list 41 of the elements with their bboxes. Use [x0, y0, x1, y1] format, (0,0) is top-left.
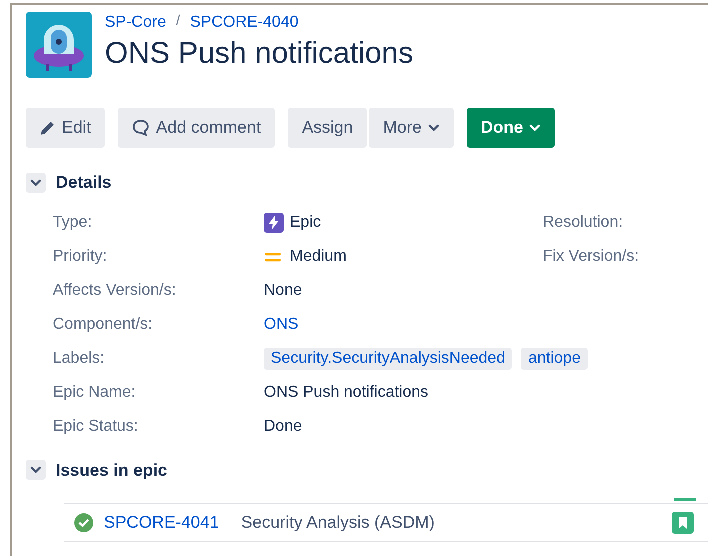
issue-summary: Security Analysis (ASDM) [241, 512, 436, 534]
issue-key-link[interactable]: SPCORE-4041 [104, 510, 220, 536]
section-heading: Issues in epic [56, 460, 168, 482]
field-label: Epic Status: [53, 416, 140, 436]
details-toggle[interactable] [26, 172, 46, 193]
breadcrumb-separator: / [176, 11, 180, 29]
field-value: ONS Push notifications [264, 382, 429, 402]
bookmark-icon [672, 512, 694, 534]
chevron-down-icon [428, 124, 440, 132]
field-label: Component/s: [53, 314, 154, 334]
issue-key-link[interactable]: SPCORE-4040 [190, 11, 299, 35]
field-value: Epic [290, 212, 322, 232]
chevron-down-icon [529, 124, 542, 132]
lightning-bolt-icon [264, 212, 284, 232]
field-value: None [264, 280, 302, 300]
field-label: Priority: [53, 246, 108, 266]
field-label: Affects Version/s: [53, 280, 178, 300]
label-tag[interactable]: Security.SecurityAnalysisNeeded [264, 348, 512, 370]
field-label: Epic Name: [53, 382, 137, 402]
chevron-down-icon [30, 466, 42, 474]
speech-bubble-icon [132, 119, 150, 137]
issue-title: ONS Push notifications [105, 36, 414, 72]
field-label: Resolution: [543, 212, 624, 232]
section-heading: Details [56, 172, 112, 194]
more-button[interactable]: More [369, 108, 454, 148]
edit-button[interactable]: Edit [26, 108, 106, 148]
chevron-down-icon [30, 178, 42, 187]
label-tag[interactable]: antiope [521, 348, 588, 370]
pencil-icon [40, 120, 56, 136]
project-link[interactable]: SP-Core [105, 11, 166, 35]
field-value: Done [264, 416, 302, 436]
issues-toggle[interactable] [26, 460, 46, 480]
field-value: Medium [290, 246, 347, 266]
field-label: Fix Version/s: [543, 246, 640, 266]
field-label: Labels: [53, 348, 106, 368]
add-comment-button[interactable]: Add comment [118, 108, 276, 148]
assign-button[interactable]: Assign [288, 108, 368, 148]
project-avatar-icon [26, 12, 92, 78]
field-label: Type: [53, 212, 94, 232]
component-link[interactable]: ONS [264, 312, 299, 336]
status-button[interactable]: Done [466, 108, 556, 148]
